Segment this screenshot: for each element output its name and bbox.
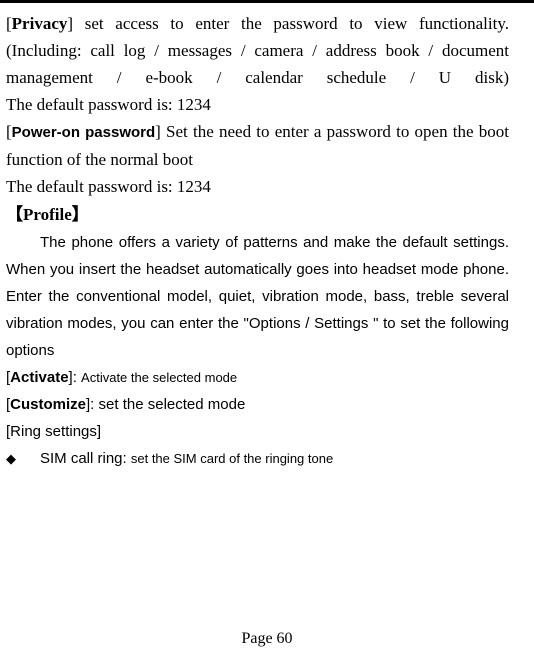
heading-profile: 【Profile】 (6, 205, 89, 224)
document-page: [Privacy] set access to enter the passwo… (0, 0, 534, 653)
poweron-label: Power-on password (11, 124, 156, 141)
activate-label: Activate (10, 369, 69, 386)
paragraph-activate: [Activate]: Activate the selected mode (6, 364, 509, 391)
customize-body: set the selected mode (98, 396, 246, 413)
diamond-bullet-icon: ◆ (6, 452, 16, 467)
page-content: [Privacy] set access to enter the passwo… (6, 10, 509, 473)
list-item-sim-call-ring: ◆ SIM call ring: set the SIM card of the… (6, 445, 509, 473)
privacy-label: Privacy (11, 14, 68, 33)
paragraph-poweron-default-password: The default password is: 1234 (6, 177, 211, 196)
sim-call-ring-label: SIM call ring: (40, 450, 131, 467)
paragraph-privacy-default-password: The default password is: 1234 (6, 95, 211, 114)
paragraph-privacy: [Privacy] set access to enter the passwo… (6, 10, 509, 91)
sim-call-ring-text: SIM call ring: set the SIM card of the r… (40, 445, 333, 472)
customize-label: Customize (10, 396, 87, 413)
activate-body: Activate the selected mode (81, 370, 238, 385)
paragraph-ring-settings: [Ring settings] (6, 423, 102, 440)
paragraph-poweron: [Power-on password] Set the need to ente… (6, 118, 509, 173)
activate-bracket-close: ]: (68, 369, 82, 386)
page-top-rule (0, 0, 534, 3)
sim-call-ring-body: set the SIM card of the ringing tone (130, 451, 334, 466)
page-number: Page 60 (241, 630, 293, 647)
paragraph-customize: [Customize]: set the selected mode (6, 391, 509, 418)
customize-bracket-close: ]: (86, 396, 99, 413)
paragraph-profile-body: The phone offers a variety of patterns a… (6, 234, 509, 359)
privacy-body: set access to enter the password to view… (6, 14, 509, 87)
